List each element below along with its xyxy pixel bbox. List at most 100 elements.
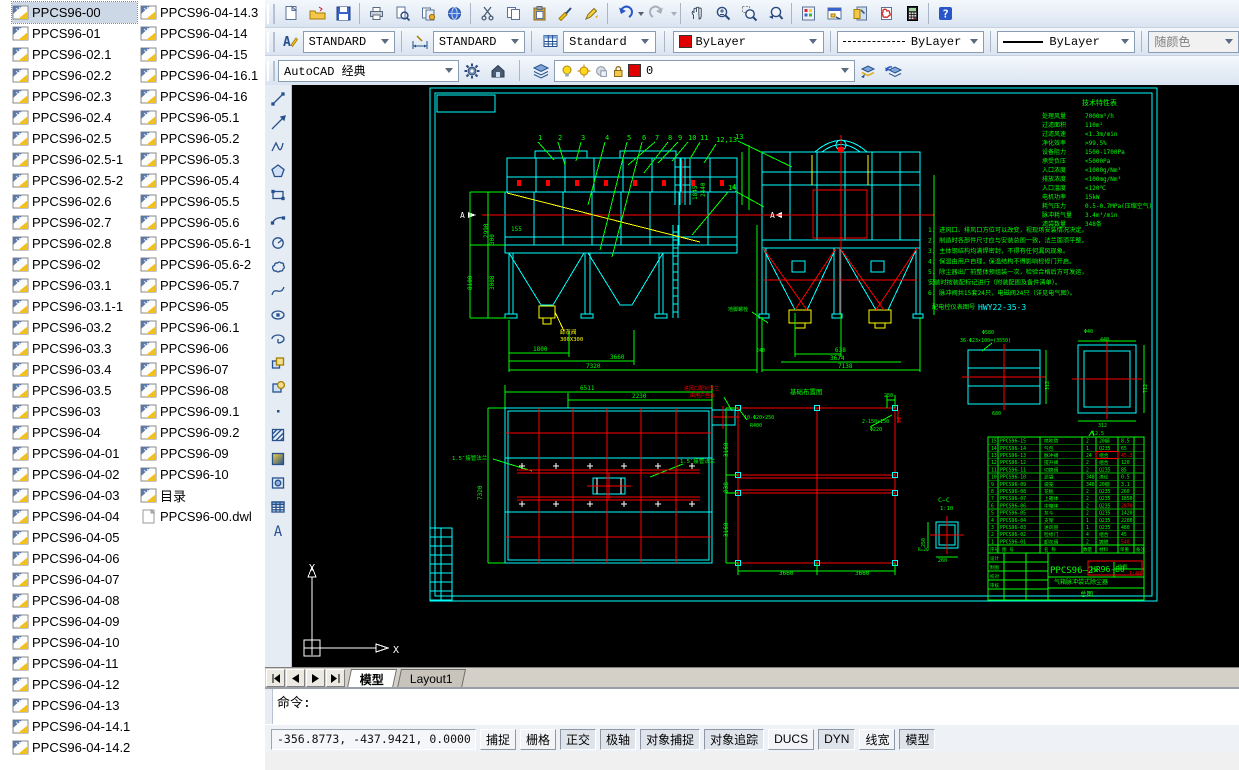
file-item[interactable]: PPCS96-03.2 [12,317,137,338]
file-item[interactable]: PPCS96-06.1 [140,317,262,338]
table-tool-icon[interactable] [265,495,291,519]
gradient-tool-icon[interactable] [265,447,291,471]
table-style-icon[interactable] [538,29,563,54]
command-window-grip[interactable] [265,689,273,726]
file-item[interactable]: PPCS96-04-14 [140,23,262,44]
calculator-icon[interactable] [899,1,925,26]
block-editor-icon[interactable] [578,1,604,26]
status-toggle-snap[interactable]: 捕捉 [480,729,516,750]
ellipse-arc-tool-icon[interactable] [265,327,291,351]
arc-tool-icon[interactable] [265,207,291,231]
rectangle-tool-icon[interactable] [265,183,291,207]
layer-previous-icon[interactable] [881,58,907,83]
file-item[interactable]: PPCS96-04-14.1 [12,716,137,737]
status-toggle-osnap[interactable]: 对象捕捉 [640,729,700,750]
polyline-tool-icon[interactable] [265,135,291,159]
model-space-canvas[interactable]: 123456789101112,131429901553003008810018… [292,85,1239,667]
status-toggle-lineweight[interactable]: 线宽 [859,729,895,750]
file-item[interactable]: PPCS96-03 [12,401,137,422]
save-icon[interactable] [330,1,356,26]
paste-icon[interactable] [526,1,552,26]
toolbar-grip[interactable] [267,4,275,24]
file-item[interactable]: PPCS96-04-10 [12,632,137,653]
table-style-select[interactable]: Standard [563,31,656,53]
insert-block-tool-icon[interactable] [265,351,291,375]
sun-viewport-icon[interactable] [594,64,608,78]
text-style-icon[interactable]: A [278,29,303,54]
dim-style-select[interactable]: STANDARD [433,31,526,53]
file-item[interactable]: PPCS96-02.8 [12,233,137,254]
status-toggle-otrack[interactable]: 对象追踪 [704,729,764,750]
toolbar-grip[interactable] [267,32,275,52]
file-item[interactable]: PPCS96-09.2 [140,422,262,443]
file-item[interactable]: PPCS96-04-11 [12,653,137,674]
make-block-tool-icon[interactable] [265,375,291,399]
file-item[interactable]: PPCS96-04-01 [12,443,137,464]
tab-layout1[interactable]: Layout1 [397,669,466,688]
status-toggle-grid[interactable]: 栅格 [520,729,556,750]
file-item[interactable]: PPCS96-04-15 [140,44,262,65]
file-item[interactable]: PPCS96-05.6-1 [140,233,262,254]
match-properties-icon[interactable] [552,1,578,26]
layer-properties-icon[interactable] [528,58,554,83]
file-item[interactable]: PPCS96-02.2 [12,65,137,86]
construction-line-tool-icon[interactable] [265,111,291,135]
file-item[interactable]: PPCS96-06 [140,338,262,359]
status-toggle-ortho[interactable]: 正交 [560,729,596,750]
file-item[interactable]: PPCS96-05.3 [140,149,262,170]
zoom-realtime-icon[interactable] [710,1,736,26]
lineweight-select[interactable]: ByLayer [997,31,1135,53]
file-item[interactable]: PPCS96-02.5-2 [12,170,137,191]
file-item[interactable]: PPCS96-03.5 [12,380,137,401]
file-item[interactable]: PPCS96-02.6 [12,191,137,212]
design-center-icon[interactable] [821,1,847,26]
open-icon[interactable] [304,1,330,26]
file-item[interactable]: PPCS96-09.1 [140,401,262,422]
point-tool-icon[interactable] [265,399,291,423]
file-item[interactable]: PPCS96-04-03 [12,485,137,506]
zoom-window-icon[interactable] [736,1,762,26]
file-item[interactable]: PPCS96-04-13 [12,695,137,716]
redo-icon[interactable] [644,1,670,26]
file-item[interactable]: PPCS96-04-08 [12,590,137,611]
tab-model[interactable]: 模型 [347,669,397,688]
line-tool-icon[interactable] [265,87,291,111]
last-tab-icon[interactable] [326,669,345,687]
file-item[interactable]: PPCS96-03.3 [12,338,137,359]
first-tab-icon[interactable] [266,669,285,687]
file-item[interactable]: PPCS96-01 [12,23,137,44]
file-item[interactable]: PPCS96-04-12 [12,674,137,695]
file-item[interactable]: PPCS96-04-07 [12,569,137,590]
linetype-select[interactable]: ByLayer [837,31,985,53]
file-item[interactable]: PPCS96-04-14.3 [140,2,262,23]
hatch-tool-icon[interactable] [265,423,291,447]
text-style-select[interactable]: STANDARD [303,31,396,53]
help-icon[interactable]: ? [932,1,958,26]
spline-tool-icon[interactable] [265,279,291,303]
file-item[interactable]: PPCS96-05.2 [140,128,262,149]
cut-icon[interactable] [474,1,500,26]
lock-icon[interactable] [611,64,625,78]
status-toggle-model-space[interactable]: 模型 [899,729,935,750]
status-toggle-polar[interactable]: 极轴 [600,729,636,750]
file-item[interactable]: PPCS96-00 [12,2,137,23]
file-item[interactable]: PPCS96-02.1 [12,44,137,65]
properties-palette-icon[interactable] [795,1,821,26]
plot-icon[interactable] [363,1,389,26]
file-item[interactable]: PPCS96-05.1 [140,107,262,128]
file-item[interactable]: PPCS96-04-06 [12,548,137,569]
file-item[interactable]: PPCS96-05.7 [140,275,262,296]
file-item[interactable]: PPCS96-08 [140,380,262,401]
file-item[interactable]: PPCS96-02 [12,254,137,275]
workspace-select[interactable]: AutoCAD 经典 [278,60,459,82]
file-item[interactable]: PPCS96-05.4 [140,170,262,191]
plot-preview-icon[interactable] [389,1,415,26]
file-item[interactable]: PPCS96-05 [140,296,262,317]
file-item[interactable]: PPCS96-03.4 [12,359,137,380]
file-item[interactable]: PPCS96-09 [140,443,262,464]
file-item[interactable]: PPCS96-10 [140,464,262,485]
redo-dropdown-icon[interactable] [671,12,677,16]
sun-freeze-icon[interactable] [577,64,591,78]
multiline-text-tool-icon[interactable]: A [265,519,291,543]
save-workspace-icon[interactable] [485,58,511,83]
